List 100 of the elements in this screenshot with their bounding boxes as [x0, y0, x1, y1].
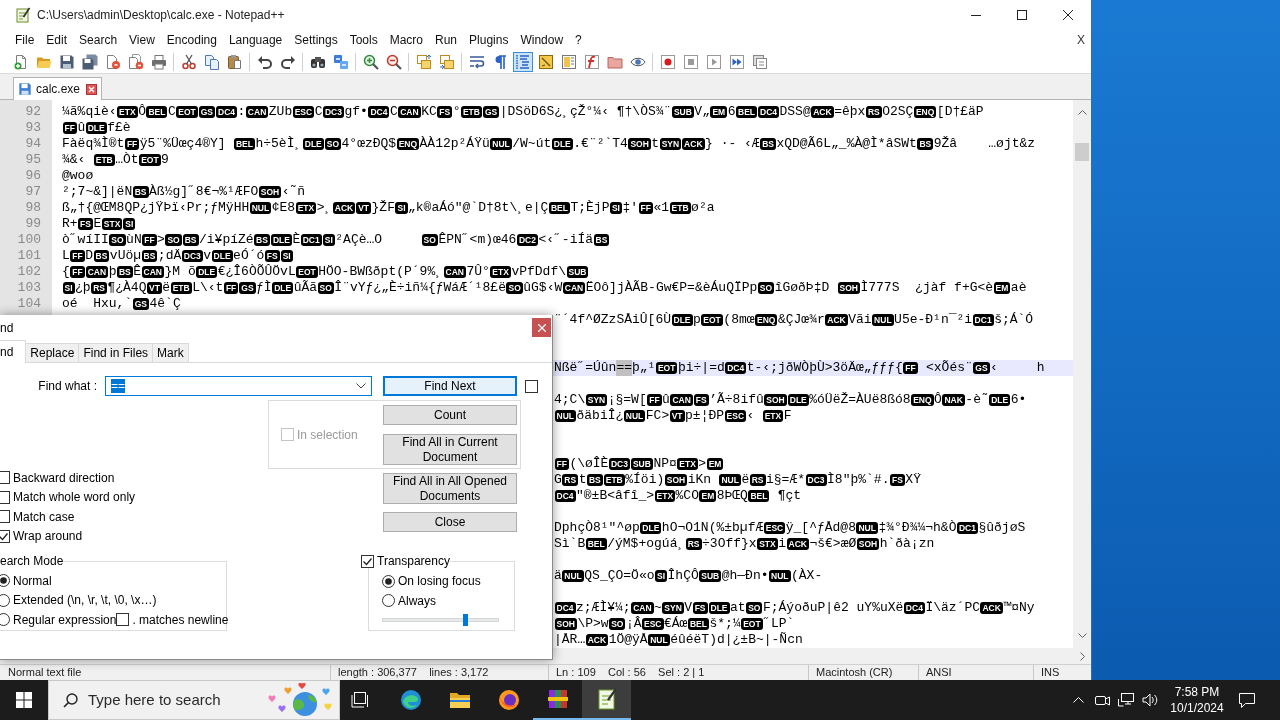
chevron-down-icon[interactable] — [356, 383, 366, 389]
menu-item[interactable]: Encoding — [160, 32, 223, 48]
checkbox[interactable] — [0, 471, 10, 485]
option-label[interactable]: Extended (\n, \r, \t, \0, \x…) — [13, 593, 157, 608]
close-tab-icon[interactable] — [86, 83, 98, 95]
minimize-icon[interactable] — [971, 14, 981, 16]
menu-item[interactable]: View — [123, 32, 161, 48]
close-button[interactable] — [532, 318, 551, 337]
dialog-button[interactable]: Find All in All Opened Documents — [383, 473, 517, 504]
camera-icon[interactable] — [1094, 693, 1110, 707]
menu-item[interactable]: ? — [569, 32, 588, 48]
zoom-out-icon[interactable] — [385, 53, 402, 70]
taskbar-app-button[interactable] — [582, 680, 631, 720]
checkbox[interactable] — [361, 555, 374, 569]
scroll-up-icon[interactable] — [1077, 110, 1087, 115]
notebook-icon[interactable] — [537, 53, 554, 70]
copy-icon[interactable] — [203, 53, 220, 70]
close-file-icon[interactable] — [104, 53, 121, 70]
maximize-icon[interactable] — [1017, 10, 1027, 20]
chevron-up-icon[interactable] — [1072, 697, 1084, 703]
sync-vertical-icon[interactable] — [415, 53, 432, 70]
checkbox[interactable] — [116, 613, 130, 627]
control-character: FS — [889, 474, 905, 486]
sync-horizontal-icon[interactable] — [438, 53, 455, 70]
control-character: ETX — [654, 490, 676, 502]
radio-button[interactable] — [382, 594, 395, 608]
dialog-button[interactable]: Count — [383, 405, 517, 425]
printer-icon[interactable] — [150, 53, 167, 70]
option-label[interactable]: Regular expression — [13, 612, 117, 627]
menu-item[interactable]: Run — [429, 32, 464, 48]
radio-button[interactable] — [382, 574, 395, 588]
dialog-tab[interactable]: nd — [0, 340, 27, 363]
scrollbar-thumb[interactable] — [1075, 143, 1089, 161]
dialog-tab[interactable]: Mark — [153, 343, 189, 362]
find-next-button[interactable]: Find Next — [383, 376, 517, 396]
clock-time[interactable]: 7:58 PM — [1174, 684, 1220, 700]
dialog-button[interactable]: Find All in Current Document — [383, 434, 517, 465]
search-field[interactable]: Type here to search — [88, 688, 238, 712]
option-label[interactable]: . matches newline — [132, 612, 229, 627]
close-all-icon[interactable] — [127, 53, 144, 70]
menu-item[interactable]: Edit — [40, 32, 74, 48]
scissors-icon[interactable] — [180, 53, 197, 70]
option-label[interactable]: Always — [398, 593, 436, 608]
notification-icon[interactable] — [1239, 692, 1255, 708]
browser-swirl-icon[interactable] — [398, 688, 423, 712]
option-label[interactable]: On losing focus — [398, 574, 481, 589]
save-all-icon[interactable] — [81, 53, 98, 70]
windows-logo-icon[interactable] — [16, 692, 32, 708]
radio-button[interactable] — [0, 593, 10, 607]
checkbox[interactable] — [525, 379, 538, 393]
option-label[interactable]: Normal — [13, 573, 52, 588]
option-label[interactable]: Backward direction — [13, 470, 115, 485]
menu-item[interactable]: Plugins — [463, 32, 515, 48]
file-tab[interactable]: calc.exe — [13, 77, 103, 100]
zoom-in-icon[interactable] — [362, 53, 379, 70]
option-label[interactable]: Transparency — [377, 554, 450, 568]
menu-item[interactable]: File — [9, 32, 41, 48]
option-label[interactable]: Match whole word only — [13, 490, 136, 505]
find-replace-icon[interactable] — [332, 53, 349, 70]
new-file-icon[interactable] — [12, 53, 29, 70]
checkbox[interactable] — [0, 529, 10, 543]
menu-item[interactable]: Search — [73, 32, 124, 48]
play-multiple-icon[interactable] — [728, 53, 745, 70]
scroll-down-icon[interactable] — [1077, 633, 1087, 638]
stop-icon[interactable] — [682, 53, 699, 70]
network-icon[interactable] — [1118, 693, 1134, 707]
dialog-button[interactable]: Close — [383, 512, 517, 532]
radio-button[interactable] — [0, 613, 10, 627]
checkbox[interactable] — [0, 510, 10, 524]
option-label[interactable]: Wrap around — [13, 529, 83, 544]
radio-button[interactable] — [0, 574, 10, 588]
menu-item[interactable]: Macro — [383, 32, 429, 48]
checkbox[interactable] — [0, 490, 10, 504]
save-macro-icon[interactable] — [751, 53, 768, 70]
close-document-button[interactable]: X — [1077, 32, 1085, 48]
function-list-icon[interactable] — [583, 53, 600, 70]
search-box[interactable]: Type here to search — [48, 680, 340, 720]
clock-date[interactable]: 10/1/2024 — [1170, 700, 1224, 716]
volume-icon[interactable] — [1142, 693, 1158, 707]
menu-item[interactable]: Language — [222, 32, 289, 48]
dialog-tab[interactable]: Find in Files — [79, 343, 154, 362]
scroll-right-icon[interactable] — [1080, 651, 1085, 661]
indent-guide-icon[interactable] — [512, 51, 533, 72]
word-wrap-icon[interactable] — [468, 53, 485, 70]
close-icon[interactable] — [1063, 10, 1073, 20]
redo-icon[interactable] — [279, 53, 296, 70]
option-label[interactable]: Match case — [13, 509, 75, 524]
document-map-icon[interactable] — [560, 53, 577, 70]
menu-item[interactable]: Settings — [288, 32, 344, 48]
find-what-field[interactable]: == — [105, 376, 372, 396]
play-icon[interactable] — [705, 53, 722, 70]
code-text: ÊPN˝<m)œ46 — [438, 232, 517, 248]
clipboard-icon[interactable] — [226, 53, 243, 70]
menu-item[interactable]: Tools — [343, 32, 384, 48]
dialog-tab[interactable]: Replace — [26, 343, 80, 362]
slider-thumb[interactable] — [462, 614, 468, 627]
flame-globe-icon[interactable] — [496, 688, 521, 712]
task-view-icon[interactable] — [351, 692, 369, 708]
record-icon[interactable] — [659, 53, 676, 70]
menu-item[interactable]: Window — [514, 32, 570, 48]
